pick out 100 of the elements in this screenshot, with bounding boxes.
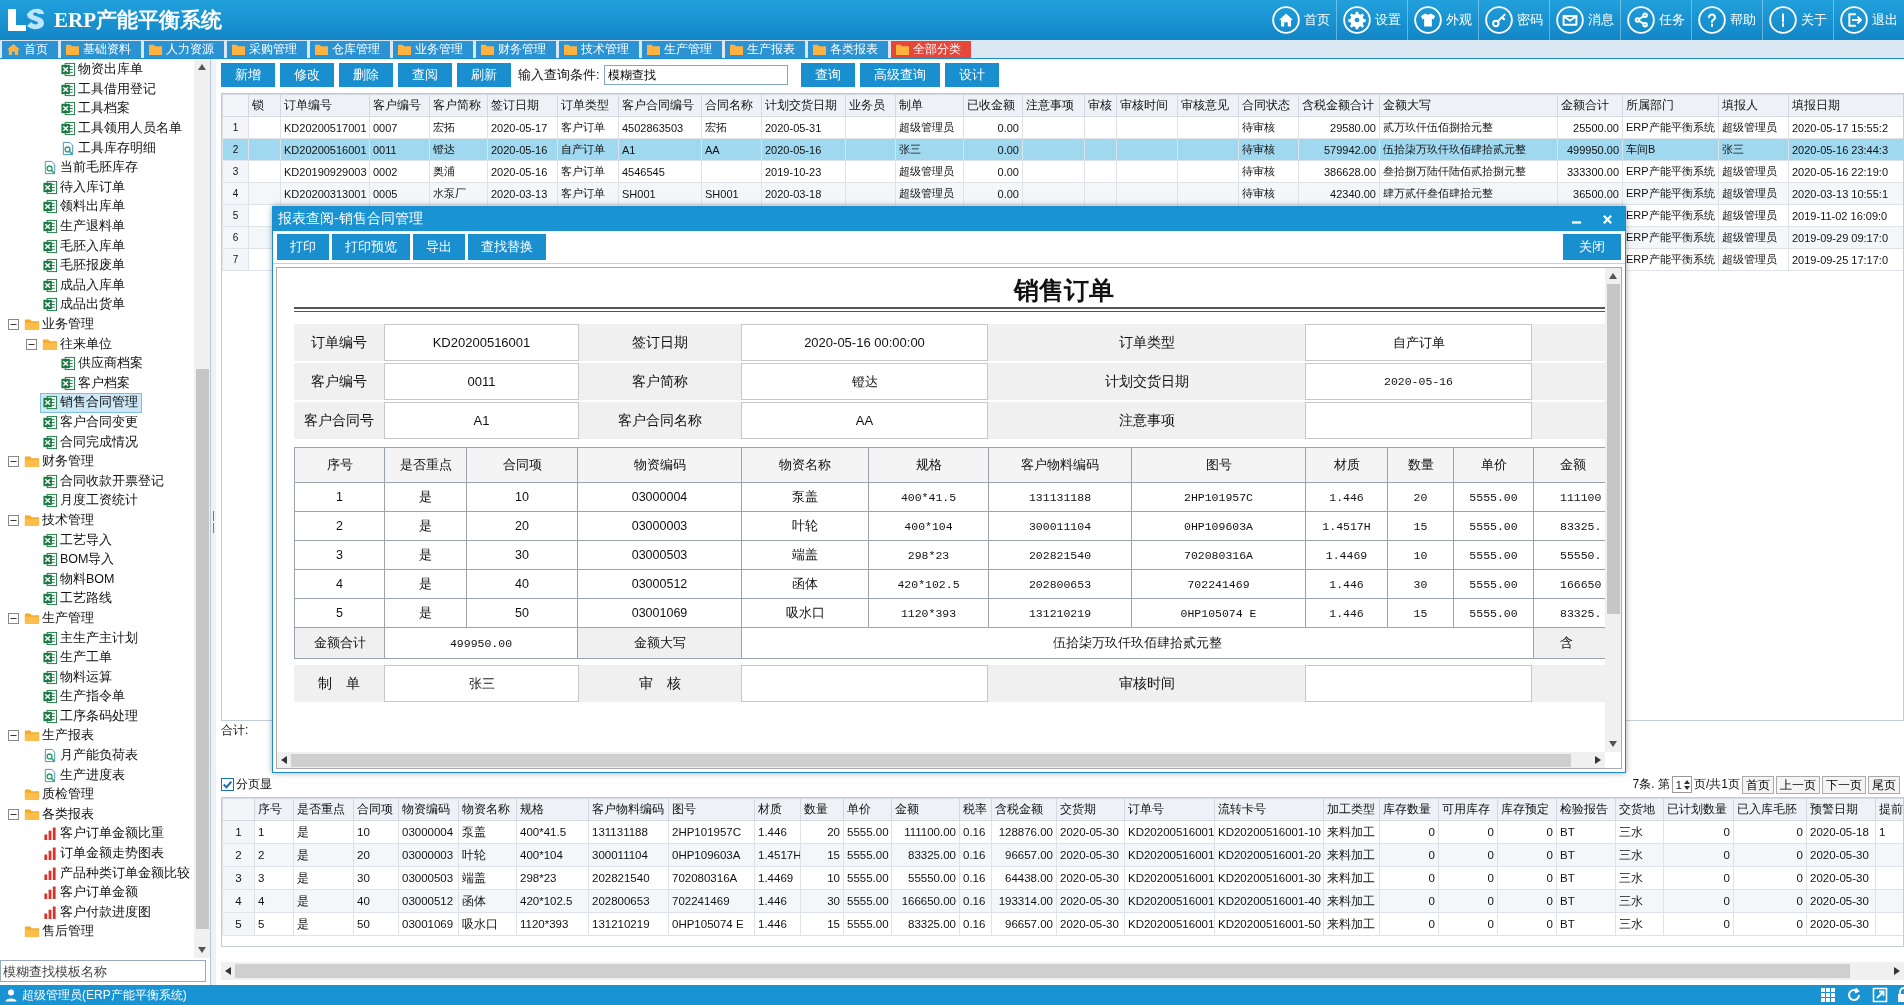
collapse-icon[interactable] <box>8 808 19 820</box>
collapse-icon[interactable] <box>8 514 19 526</box>
spreadsheet-icon[interactable] <box>60 356 76 372</box>
tree-item[interactable]: 生产指令单 <box>40 686 129 707</box>
tree-item[interactable]: 售后管理 <box>22 921 98 942</box>
tree-item[interactable]: 质检管理 <box>22 784 98 805</box>
tree-item[interactable]: 月产能负荷表 <box>40 745 142 766</box>
scroll-left-icon[interactable] <box>281 756 287 764</box>
column-header[interactable]: 库存预定 <box>1497 798 1557 821</box>
dialog-button[interactable]: 查找替换 <box>468 234 546 260</box>
table-row[interactable]: 2 KD20200516001 0011 镫达 2020-05-16 自产订单 A1 AA 2020-05-16 张三 0.00 待审核 579942.00 伍拾柒万玖仟玖佰肆拾贰元整 499950.00 车间B 张三 2020-05-16 23:44:3 <box>222 138 1903 161</box>
column-header[interactable]: 客户编号 <box>369 94 430 117</box>
column-header[interactable]: 提前 <box>1875 798 1903 821</box>
tree-item[interactable]: 客户合同变更 <box>40 412 142 433</box>
scrollbar[interactable] <box>221 962 1904 980</box>
collapse-icon[interactable] <box>8 730 19 742</box>
tree-item[interactable]: 财务管理 <box>22 451 98 472</box>
table-row[interactable]: 3 KD20190929003 0002 奥浦 2020-05-16 客户订单 4546545 2019-10-23 超级管理员 0.00 待审核 386628.00 叁拾捌万陆仟陆佰贰拾捌元整 333300.00 ERP产能平衡系统 超级管理员 2020-05-16 22:19:0 <box>222 160 1903 183</box>
scroll-left-icon[interactable] <box>225 967 231 975</box>
spreadsheet-icon[interactable] <box>42 219 58 235</box>
column-header[interactable]: 检验报告 <box>1556 798 1616 821</box>
pager-button[interactable]: 下一页 <box>1822 775 1866 794</box>
checkbox[interactable] <box>221 778 234 791</box>
toolbar-button[interactable]: 高级查询 <box>860 63 941 87</box>
scrollbar[interactable] <box>277 752 1605 768</box>
report-icon[interactable] <box>42 160 58 176</box>
tree-item[interactable]: 月度工资统计 <box>40 490 142 511</box>
close-icon[interactable] <box>1602 213 1613 225</box>
column-header[interactable]: 税率 <box>959 798 992 821</box>
column-header[interactable]: 金额 <box>891 798 960 821</box>
column-header[interactable]: 签订日期 <box>487 94 558 117</box>
scroll-down-icon[interactable] <box>1609 741 1617 747</box>
column-header[interactable]: 订单类型 <box>557 94 619 117</box>
column-header[interactable]: 金额合计 <box>1557 94 1623 117</box>
bar-chart-icon[interactable] <box>42 904 58 920</box>
spreadsheet-icon[interactable] <box>42 591 58 607</box>
splitter-handle[interactable] <box>211 59 216 985</box>
tree-item[interactable]: 销售合同管理 <box>40 392 142 413</box>
toolbar-button[interactable]: 设计 <box>945 63 1000 87</box>
column-header[interactable]: 物资名称 <box>458 798 517 821</box>
column-header[interactable]: 已入库毛胚 <box>1733 798 1807 821</box>
spreadsheet-icon[interactable] <box>42 630 58 646</box>
report-icon[interactable] <box>42 767 58 783</box>
tree-item[interactable]: 生产退料单 <box>40 216 129 237</box>
spreadsheet-icon[interactable] <box>60 121 76 137</box>
help-icon[interactable] <box>1698 6 1726 34</box>
column-header[interactable]: 填报日期 <box>1788 94 1903 117</box>
tree-item[interactable]: 毛胚入库单 <box>40 236 129 257</box>
external-link-icon[interactable] <box>1872 987 1888 1003</box>
tree-item[interactable]: 待入库订单 <box>40 177 129 198</box>
column-header[interactable]: 业务员 <box>845 94 896 117</box>
column-header[interactable]: 注意事项 <box>1022 94 1085 117</box>
tree-item[interactable]: 当前毛胚库存 <box>40 157 142 178</box>
spreadsheet-icon[interactable] <box>42 434 58 450</box>
tree-item[interactable]: 毛胚报废单 <box>40 255 129 276</box>
tree-item[interactable]: 生产工单 <box>40 647 116 668</box>
tree-item[interactable]: 客户订单金额 <box>40 882 142 903</box>
share-icon[interactable] <box>1627 6 1655 34</box>
column-header[interactable]: 图号 <box>668 798 755 821</box>
spreadsheet-icon[interactable] <box>42 238 58 254</box>
column-header[interactable]: 填报人 <box>1718 94 1789 117</box>
refresh-icon[interactable] <box>1846 987 1862 1003</box>
spreadsheet-icon[interactable] <box>60 81 76 97</box>
column-header[interactable]: 客户物料编码 <box>588 798 669 821</box>
toolbar-button[interactable]: 新增 <box>221 63 275 87</box>
column-header[interactable]: 交货期 <box>1056 798 1125 821</box>
spreadsheet-icon[interactable] <box>42 199 58 215</box>
column-header[interactable]: 库存数量 <box>1379 798 1439 821</box>
tree-item[interactable]: 合同完成情况 <box>40 432 142 453</box>
tree-item[interactable]: 产品种类订单金额比较 <box>40 863 194 884</box>
spreadsheet-icon[interactable] <box>60 375 76 391</box>
column-header[interactable]: 可用库存 <box>1438 798 1498 821</box>
spreadsheet-icon[interactable] <box>42 179 58 195</box>
spreadsheet-icon[interactable] <box>42 415 58 430</box>
column-header[interactable]: 审核时间 <box>1116 94 1178 117</box>
tree-item[interactable]: 生产管理 <box>22 608 98 629</box>
exit-icon[interactable] <box>1840 6 1868 34</box>
module-tab[interactable]: 全部分类 <box>891 41 971 58</box>
spreadsheet-icon[interactable] <box>42 532 58 548</box>
column-header[interactable]: 订单编号 <box>280 94 370 117</box>
tree-item[interactable]: 主生产主计划 <box>40 628 142 648</box>
key-icon[interactable] <box>1485 6 1513 34</box>
scroll-right-icon[interactable] <box>1894 967 1900 975</box>
column-header[interactable]: 交货地 <box>1615 798 1664 821</box>
toolbar-button[interactable]: 刷新 <box>457 63 511 87</box>
tree-item[interactable]: 工艺导入 <box>40 530 116 551</box>
column-header[interactable]: 已计划数量 <box>1663 798 1734 821</box>
tree-item[interactable]: 订单金额走势图表 <box>40 843 168 864</box>
collapse-icon[interactable] <box>26 338 37 350</box>
tree-item[interactable]: 客户档案 <box>58 373 134 394</box>
tree-item[interactable]: 技术管理 <box>22 510 98 531</box>
column-header[interactable]: 所属部门 <box>1622 94 1719 117</box>
column-header[interactable]: 订单号 <box>1124 798 1215 821</box>
tree-item[interactable]: 成品入库单 <box>40 275 129 296</box>
spreadsheet-icon[interactable] <box>42 493 58 509</box>
column-header[interactable]: 审核意见 <box>1177 94 1239 117</box>
column-header[interactable]: 数量 <box>800 798 844 821</box>
scroll-right-icon[interactable] <box>1595 756 1601 764</box>
tree-item[interactable]: 物资出库单 <box>58 59 147 80</box>
scrollbar[interactable] <box>1605 268 1621 752</box>
